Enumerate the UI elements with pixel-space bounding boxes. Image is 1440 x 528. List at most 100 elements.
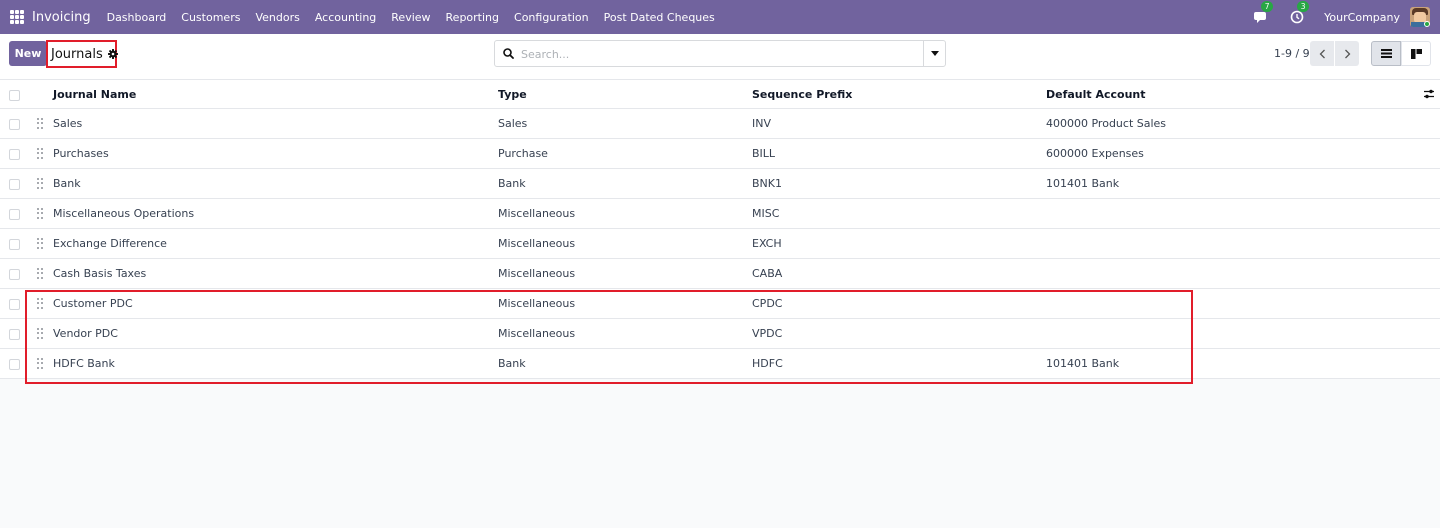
header-journal-name[interactable]: Journal Name — [53, 80, 136, 110]
header-sequence-prefix[interactable]: Sequence Prefix — [752, 80, 852, 110]
row-checkbox[interactable] — [9, 209, 20, 220]
control-panel: New Journals Search... 1-9 / 9 — [0, 34, 1440, 79]
search-icon — [503, 48, 514, 62]
activities-badge: 3 — [1297, 1, 1310, 12]
row-checkbox[interactable] — [9, 329, 20, 340]
journals-table: Journal Name Type Sequence Prefix Defaul… — [0, 79, 1440, 379]
drag-handle-icon[interactable] — [37, 358, 44, 370]
cell-type: Miscellaneous — [498, 267, 576, 280]
messages-icon[interactable]: 7 — [1252, 1, 1274, 26]
table-row[interactable]: Exchange Difference Miscellaneous EXCH — [0, 229, 1440, 259]
cell-type: Miscellaneous — [498, 207, 576, 220]
row-checkbox[interactable] — [9, 149, 20, 160]
kanban-view-icon — [1410, 48, 1422, 59]
drag-handle-icon[interactable] — [37, 268, 44, 280]
list-view-button[interactable] — [1371, 41, 1401, 66]
cell-type: Bank — [498, 357, 526, 370]
messages-badge: 7 — [1261, 1, 1274, 12]
cell-journal-name: Vendor PDC — [53, 327, 118, 340]
table-row[interactable]: Sales Sales INV 400000 Product Sales — [0, 109, 1440, 139]
table-header: Journal Name Type Sequence Prefix Defaul… — [0, 79, 1440, 109]
header-default-account[interactable]: Default Account — [1046, 80, 1146, 110]
drag-handle-icon[interactable] — [37, 238, 44, 250]
search-bar — [494, 40, 946, 67]
page-title: Journals — [51, 46, 103, 62]
company-switcher[interactable]: YourCompany — [1324, 11, 1400, 24]
app-name[interactable]: Invoicing — [32, 10, 91, 25]
caret-down-icon — [930, 51, 939, 56]
cell-sequence-prefix: CABA — [752, 267, 783, 280]
menu-vendors[interactable]: Vendors — [255, 11, 299, 24]
breadcrumb: Journals — [46, 40, 118, 68]
row-checkbox[interactable] — [9, 119, 20, 130]
cell-sequence-prefix: BILL — [752, 147, 776, 160]
row-checkbox[interactable] — [9, 359, 20, 370]
cell-journal-name: Miscellaneous Operations — [53, 207, 195, 220]
cell-sequence-prefix: INV — [752, 117, 771, 130]
apps-menu-icon[interactable] — [10, 10, 24, 24]
pager-value[interactable]: 1-9 / 9 — [1274, 47, 1310, 60]
drag-handle-icon[interactable] — [37, 118, 44, 130]
table-row[interactable]: Bank Bank BNK1 101401 Bank — [0, 169, 1440, 199]
drag-handle-icon[interactable] — [37, 208, 44, 220]
cell-type: Miscellaneous — [498, 237, 576, 250]
pager-next-button[interactable] — [1335, 41, 1359, 66]
chevron-left-icon — [1319, 49, 1325, 58]
cell-sequence-prefix: VPDC — [752, 327, 783, 340]
menu-reporting[interactable]: Reporting — [446, 11, 499, 24]
menu-customers[interactable]: Customers — [181, 11, 240, 24]
activities-icon[interactable]: 3 — [1288, 1, 1310, 26]
cell-default-account: 600000 Expenses — [1046, 147, 1144, 160]
chevron-right-icon — [1344, 49, 1350, 58]
table-row[interactable]: Cash Basis Taxes Miscellaneous CABA — [0, 259, 1440, 289]
cell-default-account: 101401 Bank — [1046, 177, 1120, 190]
row-checkbox[interactable] — [9, 299, 20, 310]
search-options-toggle[interactable] — [923, 41, 945, 66]
new-button[interactable]: New — [9, 41, 47, 66]
drag-handle-icon[interactable] — [37, 328, 44, 340]
cell-type: Miscellaneous — [498, 297, 576, 310]
cell-default-account: 101401 Bank — [1046, 357, 1120, 370]
systray: 7 3 YourCompany — [1252, 0, 1440, 34]
cell-default-account: 400000 Product Sales — [1046, 117, 1167, 130]
cell-type: Purchase — [498, 147, 548, 160]
menu-dashboard[interactable]: Dashboard — [107, 11, 167, 24]
cell-sequence-prefix: MISC — [752, 207, 780, 220]
drag-handle-icon[interactable] — [37, 298, 44, 310]
optional-columns-icon[interactable] — [1423, 88, 1435, 103]
cell-sequence-prefix: HDFC — [752, 357, 783, 370]
cell-journal-name: HDFC Bank — [53, 357, 115, 370]
table-row[interactable]: Miscellaneous Operations Miscellaneous M… — [0, 199, 1440, 229]
cell-journal-name: Exchange Difference — [53, 237, 167, 250]
menu-review[interactable]: Review — [391, 11, 430, 24]
cell-journal-name: Bank — [53, 177, 81, 190]
cell-journal-name: Cash Basis Taxes — [53, 267, 147, 280]
table-row[interactable]: HDFC Bank Bank HDFC 101401 Bank — [0, 349, 1440, 379]
menu-post-dated-cheques[interactable]: Post Dated Cheques — [604, 11, 715, 24]
cell-type: Sales — [498, 117, 528, 130]
drag-handle-icon[interactable] — [37, 178, 44, 190]
cell-type: Bank — [498, 177, 526, 190]
header-type[interactable]: Type — [498, 80, 527, 110]
user-avatar[interactable] — [1410, 7, 1430, 27]
cell-sequence-prefix: EXCH — [752, 237, 782, 250]
row-checkbox[interactable] — [9, 239, 20, 250]
search-input[interactable] — [521, 45, 911, 63]
row-checkbox[interactable] — [9, 179, 20, 190]
list-view-icon — [1380, 49, 1392, 58]
menu-configuration[interactable]: Configuration — [514, 11, 589, 24]
cell-journal-name: Sales — [53, 117, 83, 130]
top-navbar: Invoicing Dashboard Customers Vendors Ac… — [0, 0, 1440, 34]
row-checkbox[interactable] — [9, 269, 20, 280]
cell-sequence-prefix: CPDC — [752, 297, 783, 310]
cell-journal-name: Customer PDC — [53, 297, 133, 310]
kanban-view-button[interactable] — [1401, 41, 1431, 66]
table-row[interactable]: Customer PDC Miscellaneous CPDC — [0, 289, 1440, 319]
select-all-checkbox[interactable] — [9, 90, 20, 101]
menu-accounting[interactable]: Accounting — [315, 11, 376, 24]
pager-previous-button[interactable] — [1310, 41, 1334, 66]
table-row[interactable]: Vendor PDC Miscellaneous VPDC — [0, 319, 1440, 349]
table-row[interactable]: Purchases Purchase BILL 600000 Expenses — [0, 139, 1440, 169]
drag-handle-icon[interactable] — [37, 148, 44, 160]
gear-icon[interactable] — [107, 49, 118, 59]
